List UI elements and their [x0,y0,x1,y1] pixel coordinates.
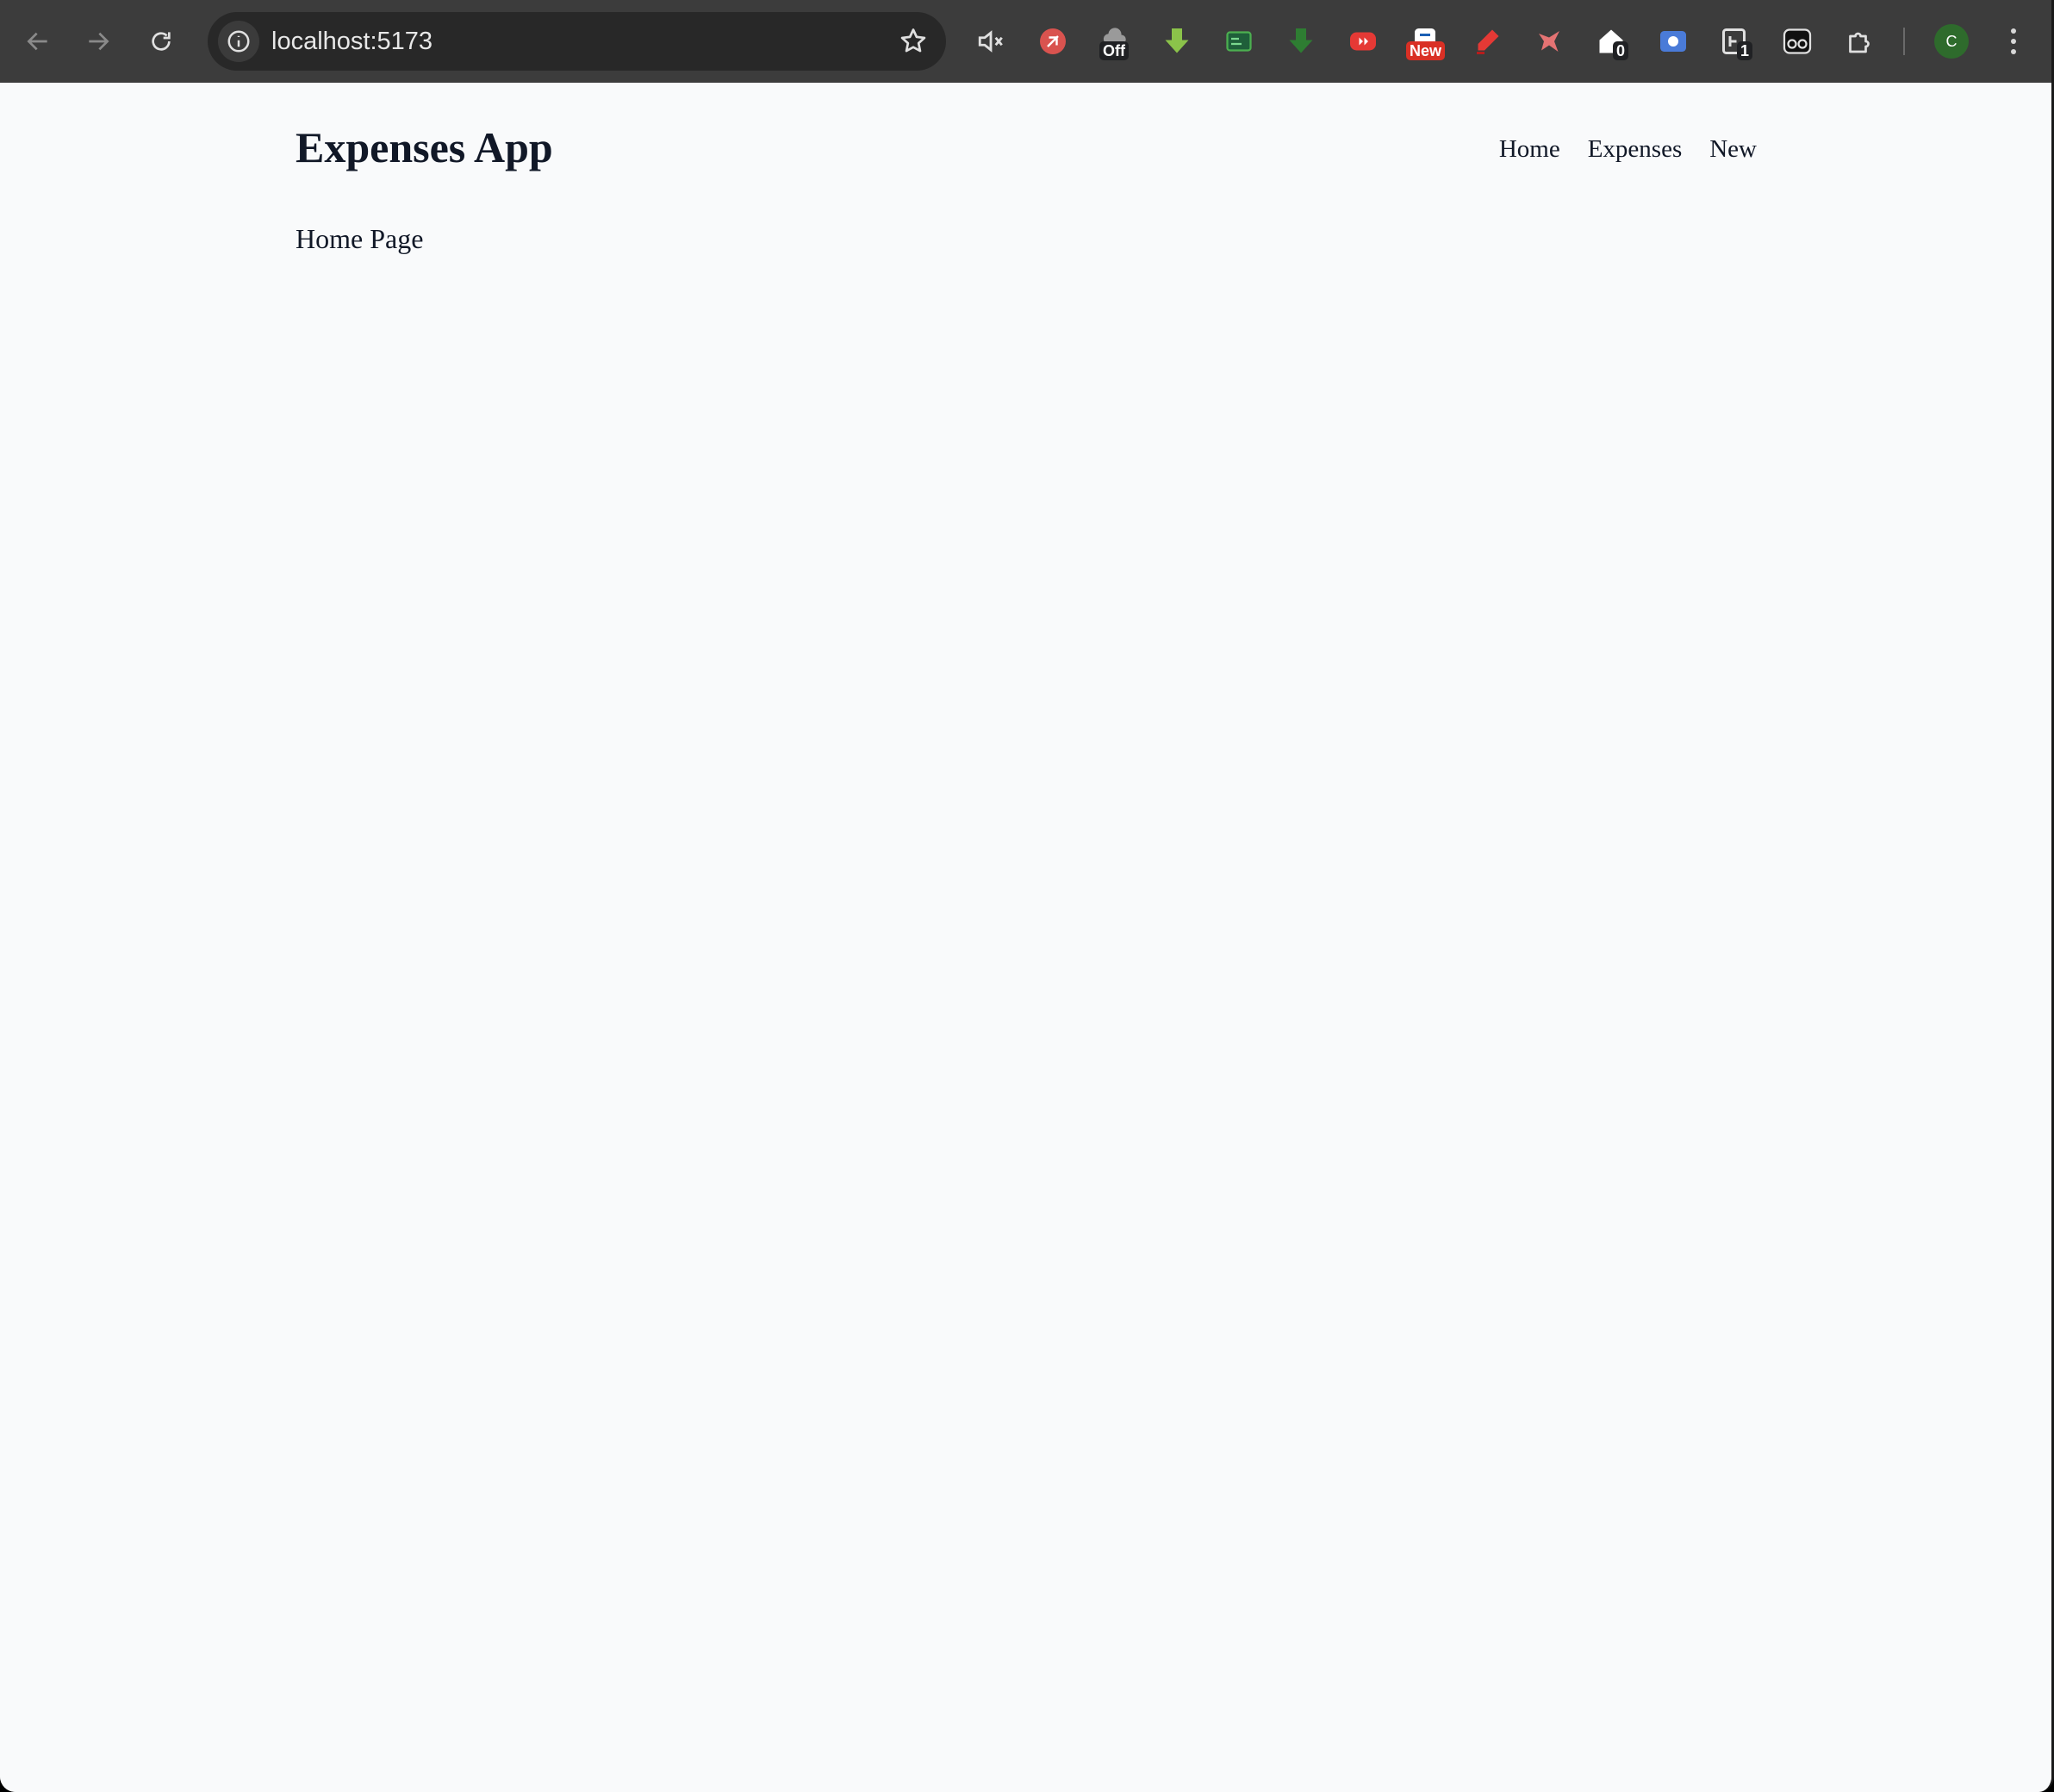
nav-link-expenses[interactable]: Expenses [1588,137,1683,162]
page-content: Expenses App Home Expenses New Home Page [0,83,2051,1792]
green-card-extension-icon[interactable] [1220,22,1258,60]
home-page-text: Home Page [296,223,424,254]
reload-button[interactable] [140,21,182,62]
toolbar-divider [1903,28,1905,55]
nav-link-home[interactable]: Home [1499,137,1560,162]
house-extension-icon[interactable]: 0 [1592,22,1630,60]
back-button[interactable] [17,21,59,62]
url-text[interactable]: localhost:5173 [271,12,433,71]
forward-button[interactable] [78,21,119,62]
browser-menu-icon[interactable] [2001,22,2026,60]
bookmark-star-icon[interactable] [898,26,929,57]
extension-badge: New [1406,41,1446,60]
browser-toolbar: localhost:5173 Off New 0 1 C [0,0,2051,83]
h-extension-icon[interactable]: 1 [1716,22,1754,60]
new-badge-extension-icon[interactable]: New [1406,22,1446,60]
address-bar[interactable]: localhost:5173 [208,12,946,71]
main-nav: Home Expenses New [1499,137,1757,162]
forward-arrow-icon [89,32,109,51]
red-play-extension-icon[interactable] [1344,22,1382,60]
mute-icon[interactable] [972,22,1010,60]
eyes-extension-icon[interactable] [1778,22,1816,60]
extension-badge: Off [1099,41,1129,60]
reload-icon [152,32,171,51]
green-down-arrow-extension-icon[interactable] [1158,22,1196,60]
red-marker-extension-icon[interactable] [1468,22,1506,60]
app-title: Expenses App [296,123,553,171]
nav-link-new[interactable]: New [1709,137,1757,162]
back-arrow-icon [27,32,47,51]
cloud-off-extension-icon[interactable]: Off [1096,22,1134,60]
puzzle-icon[interactable] [1840,22,1878,60]
profile-avatar[interactable]: C [1934,24,1969,59]
extension-badge: 0 [1613,41,1629,60]
browser-window: localhost:5173 Off New 0 1 C Expenses Ap… [0,0,2054,1792]
red-circle-extension-icon[interactable] [1034,22,1072,60]
dark-green-down-arrow-extension-icon[interactable] [1282,22,1320,60]
info-icon [227,30,250,53]
site-info-button[interactable] [218,21,259,62]
blue-screen-extension-icon[interactable] [1654,22,1692,60]
extension-badge: 1 [1737,41,1753,60]
red-bird-extension-icon[interactable] [1530,22,1568,60]
